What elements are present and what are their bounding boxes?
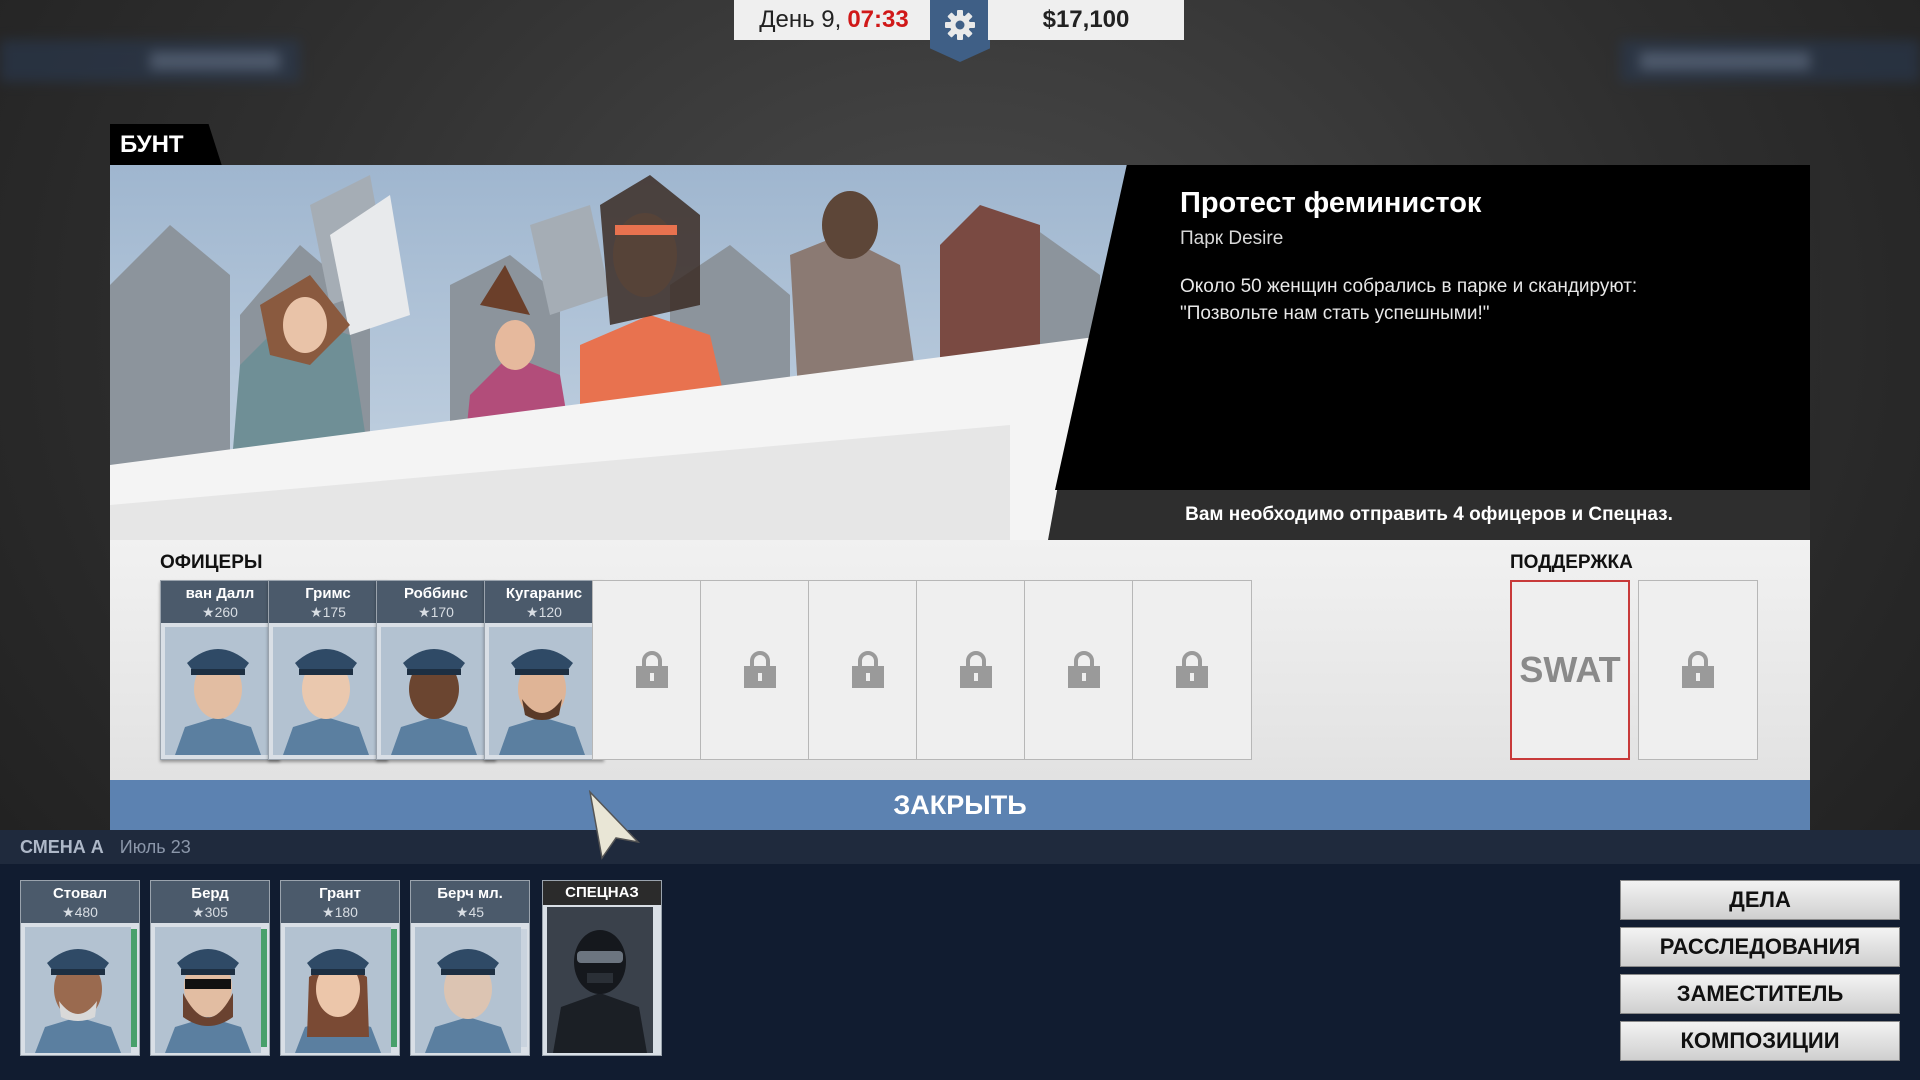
close-button[interactable]: ЗАКРЫТЬ: [110, 780, 1810, 830]
officer-name: Гримс: [305, 585, 351, 602]
lock-icon: [1682, 651, 1714, 688]
assigned-officer-card[interactable]: Гримс ★175: [268, 580, 388, 760]
background-blur-right: [1620, 40, 1920, 82]
swat-support-slot[interactable]: SWAT: [1510, 580, 1630, 760]
officers-label: ОФИЦЕРЫ: [160, 552, 263, 573]
lock-icon: [1176, 651, 1208, 688]
star-icon: ★: [418, 604, 431, 620]
star-icon: ★: [192, 904, 205, 920]
settings-button[interactable]: [930, 0, 990, 62]
locked-slot: [1132, 580, 1252, 760]
star-icon: ★: [62, 904, 75, 920]
lock-icon: [636, 651, 668, 688]
locked-slot: [700, 580, 820, 760]
swat-card-label: СПЕЦНАЗ: [565, 884, 639, 901]
swat-slot-label: SWAT: [1519, 649, 1621, 690]
locked-slot: [808, 580, 928, 760]
star-icon: ★: [322, 904, 335, 920]
requirement-text: Вам необходимо отправить 4 офицеров и Сп…: [1185, 504, 1673, 525]
officer-portrait: [415, 927, 521, 1053]
compositions-button[interactable]: КОМПОЗИЦИИ: [1620, 1021, 1900, 1061]
officer-name: Грант: [319, 885, 361, 902]
status-bar: [391, 929, 397, 1047]
support-label: ПОДДЕРЖКА: [1510, 552, 1633, 573]
roster-officer-card[interactable]: Берч мл. ★45: [410, 880, 530, 1056]
officer-name: Роббинс: [404, 585, 468, 602]
officer-name: Кугаранис: [505, 585, 583, 602]
event-description: Около 50 женщин собрались в парке и скан…: [1180, 276, 1638, 324]
locked-slot: [1024, 580, 1144, 760]
officer-rating: 45: [468, 904, 485, 920]
assigned-officer-card[interactable]: Кугаранис ★120: [484, 580, 604, 760]
clock-time: 07:33: [847, 6, 909, 33]
officer-name: Берч мл.: [437, 885, 503, 902]
day-time-display: День 9, 07:33: [734, 0, 934, 40]
lock-icon: [744, 651, 776, 688]
gear-icon: [945, 10, 975, 40]
deputy-button[interactable]: ЗАМЕСТИТЕЛЬ: [1620, 974, 1900, 1014]
background-blur-left: [0, 40, 300, 82]
investigations-button[interactable]: РАССЛЕДОВАНИЯ: [1620, 927, 1900, 967]
assigned-officer-card[interactable]: Роббинс ★170: [376, 580, 496, 760]
officer-rating: 120: [538, 604, 562, 620]
lock-icon: [960, 651, 992, 688]
requirement-bar: Вам необходимо отправить 4 офицеров и Сп…: [1048, 490, 1810, 540]
shift-name: СМЕНА А: [20, 836, 104, 857]
star-icon: ★: [455, 904, 469, 920]
officer-portrait: [25, 927, 131, 1053]
star-icon: ★: [310, 604, 323, 620]
officer-name: ван Далл: [185, 585, 255, 602]
officer-name: Стовал: [52, 885, 108, 902]
shift-bar: СМЕНА А Июль 23: [0, 830, 1920, 864]
status-bar: [521, 929, 527, 1047]
lock-icon: [1068, 651, 1100, 688]
officer-portrait: [155, 927, 261, 1053]
day-label: День 9,: [759, 6, 842, 33]
officer-rating: 305: [204, 904, 228, 920]
officer-portrait: [285, 927, 391, 1053]
locked-slot: [592, 580, 712, 760]
status-bar: [261, 929, 267, 1047]
mouse-cursor-icon: [588, 790, 640, 860]
officer-portrait: [273, 627, 379, 755]
officer-rating: 260: [214, 604, 238, 620]
officer-portrait: [381, 627, 487, 755]
officer-rating: 480: [74, 904, 98, 920]
dispatch-slots: ОФИЦЕРЫ ПОДДЕРЖКА ван Далл ★260 Гримс ★175…: [110, 540, 1810, 780]
assigned-officer-card[interactable]: ван Далл ★260: [160, 580, 280, 760]
officer-portrait: [489, 627, 595, 755]
cases-button[interactable]: ДЕЛА: [1620, 880, 1900, 920]
money-display: $17,100: [988, 0, 1184, 40]
shift-date: Июль 23: [119, 836, 191, 857]
officer-name: Берд: [191, 885, 229, 902]
star-icon: ★: [202, 604, 215, 620]
event-type-tag: БУНТ: [110, 124, 222, 166]
star-icon: ★: [526, 604, 539, 620]
event-location: Парк Desire: [1180, 228, 1284, 249]
event-title: Протест феминисток: [1180, 187, 1482, 219]
officer-rating: 170: [430, 604, 454, 620]
officer-portrait: [165, 627, 271, 755]
officer-rating: 180: [334, 904, 358, 920]
roster-officer-card[interactable]: Стовал ★480: [20, 880, 140, 1056]
roster-swat-card[interactable]: СПЕЦНАЗ: [542, 880, 662, 1056]
event-panel: Протест феминисток Парк Desire Около 50 …: [110, 165, 1810, 830]
swat-portrait: [547, 907, 653, 1053]
locked-support-slot: [1638, 580, 1758, 760]
status-bar: [131, 929, 137, 1047]
lock-icon: [852, 651, 884, 688]
officer-rating: 175: [322, 604, 346, 620]
locked-slot: [916, 580, 1036, 760]
roster-officer-card[interactable]: Грант ★180: [280, 880, 400, 1056]
roster-officer-card[interactable]: Берд ★305: [150, 880, 270, 1056]
